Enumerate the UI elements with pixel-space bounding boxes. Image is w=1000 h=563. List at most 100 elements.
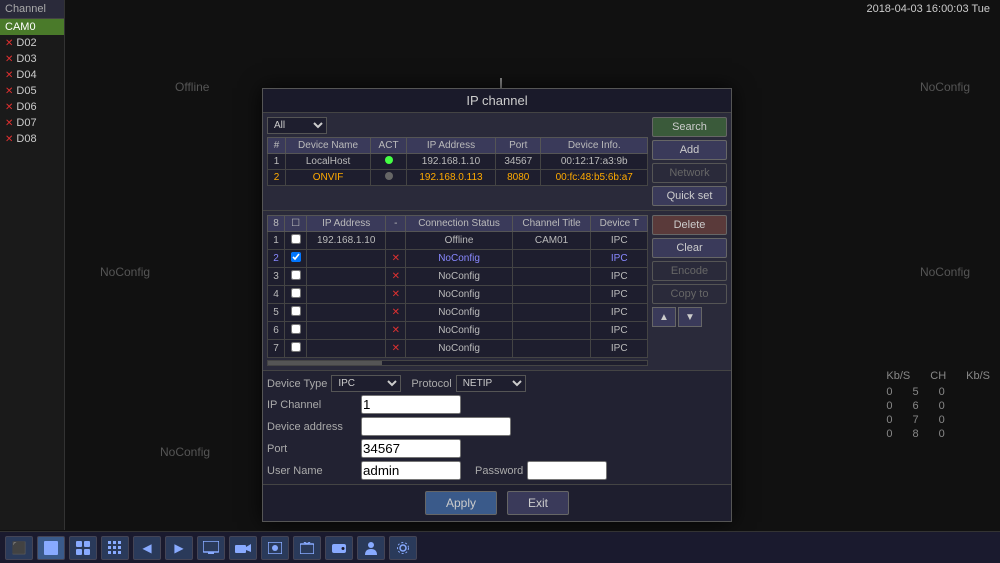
taskbar-tv-btn[interactable] bbox=[293, 536, 321, 560]
network-button[interactable]: Network bbox=[652, 163, 727, 183]
upper-table-row-2[interactable]: 2 ONVIF 192.168.0.113 8080 00:fc:48:b5:6… bbox=[268, 170, 648, 186]
taskbar-hdd-btn[interactable] bbox=[325, 536, 353, 560]
noconfig-label-3: NoConfig bbox=[920, 265, 970, 279]
taskbar-grid4-btn[interactable] bbox=[69, 536, 97, 560]
lower-table-row-2[interactable]: 2 ✕ NoConfig IPC bbox=[268, 250, 648, 268]
lower-table-row-3[interactable]: 3 ✕ NoConfig IPC bbox=[268, 268, 648, 286]
row1-checkbox[interactable] bbox=[291, 234, 301, 244]
stats-row3-kbs2: 0 bbox=[939, 414, 945, 426]
camera-icon bbox=[235, 542, 251, 554]
taskbar-settings-btn[interactable] bbox=[389, 536, 417, 560]
lower-table-row-7[interactable]: 7 ✕ NoConfig IPC bbox=[268, 340, 648, 358]
lower-table-row-5[interactable]: 5 ✕ NoConfig IPC bbox=[268, 304, 648, 322]
row6-checkbox[interactable] bbox=[291, 324, 301, 334]
sidebar-item-d06[interactable]: ✕ D06 bbox=[0, 99, 64, 115]
encode-button[interactable]: Encode bbox=[652, 261, 727, 281]
row5-checkbox[interactable] bbox=[291, 306, 301, 316]
quickset-button[interactable]: Quick set bbox=[652, 186, 727, 206]
x-icon-d05: ✕ bbox=[5, 86, 13, 97]
lower-row5-status: NoConfig bbox=[406, 304, 512, 322]
lower-row1-num: 1 bbox=[268, 232, 285, 250]
lower-row5-ip bbox=[307, 304, 386, 322]
lower-scrollbar-thumb[interactable] bbox=[268, 361, 382, 365]
password-input[interactable] bbox=[527, 461, 607, 480]
sidebar-item-cam0[interactable]: CAM0 bbox=[0, 19, 64, 35]
port-label: Port bbox=[267, 443, 357, 455]
arrow-down-button[interactable]: ▼ bbox=[678, 307, 702, 327]
clear-button[interactable]: Clear bbox=[652, 238, 727, 258]
upper-section: All IPC DVR # Device Name ACT IP Address… bbox=[263, 113, 731, 210]
lower-row7-check[interactable] bbox=[285, 340, 307, 358]
taskbar-prev-btn[interactable]: ◀ bbox=[133, 536, 161, 560]
taskbar-camera-btn[interactable] bbox=[229, 536, 257, 560]
monitor-icon bbox=[203, 541, 219, 555]
apply-button[interactable]: Apply bbox=[425, 491, 497, 515]
filter-dropdown[interactable]: All IPC DVR bbox=[267, 117, 327, 134]
stats-kbs1-header: Kb/S bbox=[886, 370, 910, 382]
row2-checkbox[interactable] bbox=[291, 252, 301, 262]
taskbar-fullscreen-btn[interactable]: ⬛ bbox=[5, 536, 33, 560]
row4-checkbox[interactable] bbox=[291, 288, 301, 298]
stats-ch-header: CH bbox=[930, 370, 946, 382]
upper-col-info: Device Info. bbox=[541, 138, 648, 154]
taskbar-photo-btn[interactable] bbox=[261, 536, 289, 560]
port-input[interactable] bbox=[361, 439, 461, 458]
upper-row1-name: LocalHost bbox=[285, 154, 370, 170]
lower-col-title: Channel Title bbox=[512, 216, 591, 232]
sidebar-item-d07[interactable]: ✕ D07 bbox=[0, 115, 64, 131]
lower-row3-status: NoConfig bbox=[406, 268, 512, 286]
row3-checkbox[interactable] bbox=[291, 270, 301, 280]
lower-row2-check[interactable] bbox=[285, 250, 307, 268]
lower-table-row-4[interactable]: 4 ✕ NoConfig IPC bbox=[268, 286, 648, 304]
lower-row6-check[interactable] bbox=[285, 322, 307, 340]
top-bar: 2018-04-03 16:00:03 Tue bbox=[65, 0, 1000, 18]
search-button[interactable]: Search bbox=[652, 117, 727, 137]
device-type-select[interactable]: IPC DVR HVR bbox=[331, 375, 401, 392]
lower-row6-status: NoConfig bbox=[406, 322, 512, 340]
copyto-button[interactable]: Copy to bbox=[652, 284, 727, 304]
lower-button-panel: Delete Clear Encode Copy to ▲ ▼ bbox=[652, 215, 727, 366]
sidebar-item-d08[interactable]: ✕ D08 bbox=[0, 131, 64, 147]
protocol-row: Protocol NETIP ONVIF bbox=[411, 375, 525, 392]
protocol-select[interactable]: NETIP ONVIF bbox=[456, 375, 526, 392]
lower-row3-dash: ✕ bbox=[386, 268, 406, 286]
stats-row1-ch: 5 bbox=[913, 386, 919, 398]
lower-table-row-6[interactable]: 6 ✕ NoConfig IPC bbox=[268, 322, 648, 340]
lower-row7-num: 7 bbox=[268, 340, 285, 358]
ip-channel-input[interactable] bbox=[361, 395, 461, 414]
username-input[interactable] bbox=[361, 461, 461, 480]
sidebar-item-d03[interactable]: ✕ D03 bbox=[0, 51, 64, 67]
taskbar-monitor-btn[interactable] bbox=[197, 536, 225, 560]
lower-row4-check[interactable] bbox=[285, 286, 307, 304]
device-address-input[interactable] bbox=[361, 417, 511, 436]
upper-row2-info: 00:fc:48:b5:6b:a7 bbox=[541, 170, 648, 186]
lower-row2-dash: ✕ bbox=[386, 250, 406, 268]
x-icon-d06: ✕ bbox=[5, 102, 13, 113]
d05-label: D05 bbox=[16, 85, 36, 97]
row7-checkbox[interactable] bbox=[291, 342, 301, 352]
taskbar-next-btn[interactable]: ▶ bbox=[165, 536, 193, 560]
add-button[interactable]: Add bbox=[652, 140, 727, 160]
lower-row4-status: NoConfig bbox=[406, 286, 512, 304]
taskbar-grid1-btn[interactable] bbox=[37, 536, 65, 560]
delete-button[interactable]: Delete bbox=[652, 215, 727, 235]
sidebar-item-d02[interactable]: ✕ D02 bbox=[0, 35, 64, 51]
taskbar-user-btn[interactable] bbox=[357, 536, 385, 560]
exit-button[interactable]: Exit bbox=[507, 491, 569, 515]
sidebar-item-d04[interactable]: ✕ D04 bbox=[0, 67, 64, 83]
grid1x1-icon bbox=[44, 541, 58, 555]
lower-scrollbar[interactable] bbox=[267, 360, 648, 366]
arrow-up-button[interactable]: ▲ bbox=[652, 307, 676, 327]
form-section: Device Type IPC DVR HVR Protocol NETIP O… bbox=[263, 370, 731, 484]
upper-table-row-1[interactable]: 1 LocalHost 192.168.1.10 34567 00:12:17:… bbox=[268, 154, 648, 170]
upper-col-act: ACT bbox=[371, 138, 407, 154]
lower-row1-check[interactable] bbox=[285, 232, 307, 250]
lower-table-row-1[interactable]: 1 192.168.1.10 Offline CAM01 IPC bbox=[268, 232, 648, 250]
sidebar-item-d05[interactable]: ✕ D05 bbox=[0, 83, 64, 99]
taskbar-grid9-btn[interactable] bbox=[101, 536, 129, 560]
lower-row3-check[interactable] bbox=[285, 268, 307, 286]
lower-row5-check[interactable] bbox=[285, 304, 307, 322]
upper-row2-port: 8080 bbox=[496, 170, 541, 186]
d04-label: D04 bbox=[16, 69, 36, 81]
lower-row2-status: NoConfig bbox=[406, 250, 512, 268]
